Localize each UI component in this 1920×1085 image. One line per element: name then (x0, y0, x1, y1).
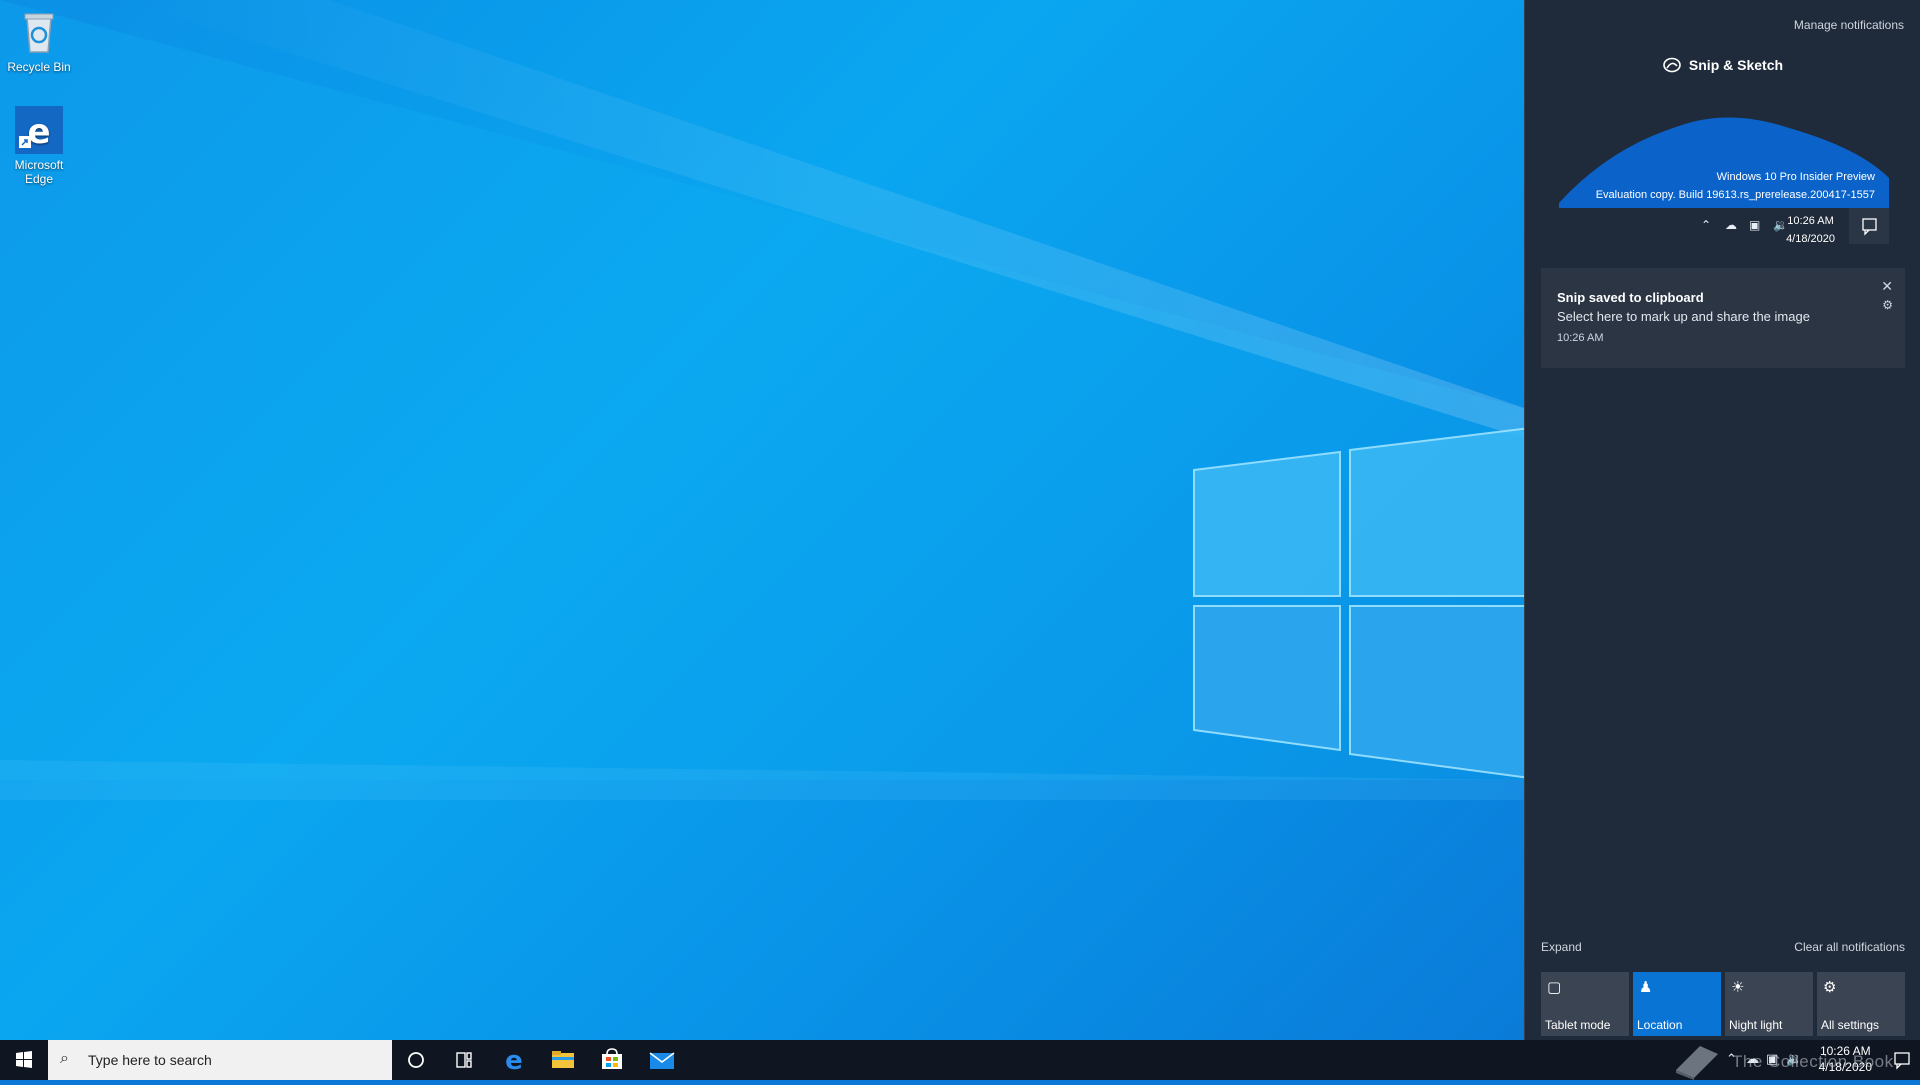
snip-thumbnail[interactable]: Windows 10 Pro Insider Preview Evaluatio… (1559, 108, 1889, 244)
thumbnail-watermark: Windows 10 Pro Insider Preview Evaluatio… (1596, 168, 1875, 204)
thumbnail-watermark-line: Windows 10 Pro Insider Preview (1716, 171, 1875, 183)
quick-action-label: Location (1637, 1018, 1683, 1032)
thumbnail-tray: ⌃ ☁ ▣ 🔉 10:26 AM 4/18/2020 (1659, 208, 1889, 244)
taskbar-edge-button[interactable]: e (490, 1040, 538, 1080)
quick-action-night-light[interactable]: ☀ Night light (1725, 972, 1813, 1036)
start-button[interactable] (0, 1040, 48, 1080)
recycle-bin-icon (15, 8, 63, 56)
quick-action-all-settings[interactable]: ⚙ All settings (1817, 972, 1905, 1036)
notification-icon (1849, 208, 1889, 244)
quick-action-location[interactable]: ♟ Location (1633, 972, 1721, 1036)
expand-button[interactable]: Expand (1541, 940, 1582, 954)
svg-text:e: e (505, 1046, 523, 1076)
edge-icon: e (15, 106, 63, 154)
desktop-icon-edge[interactable]: e Microsoft Edge (2, 106, 76, 186)
tablet-mode-icon: ▢ (1547, 979, 1562, 996)
thumbnail-date: 4/18/2020 (1786, 233, 1835, 244)
thumbnail-time: 10:26 AM (1787, 215, 1834, 227)
quick-action-label: Night light (1729, 1018, 1783, 1032)
action-center: Manage notifications Snip & Sketch Windo… (1524, 0, 1920, 1040)
network-icon[interactable]: ▣ (1766, 1051, 1778, 1067)
mail-icon (649, 1052, 675, 1069)
windows-logo-icon (16, 1051, 32, 1068)
notification-title: Snip saved to clipboard (1557, 290, 1704, 305)
taskbar-clock[interactable]: 10:26 AM 4/18/2020 (1819, 1043, 1872, 1075)
search-icon: ⌕ (60, 1050, 69, 1067)
desktop-icon-recycle-bin[interactable]: Recycle Bin (2, 8, 76, 74)
edge-icon: e (505, 1046, 523, 1076)
action-center-button[interactable] (1892, 1050, 1912, 1075)
cloud-icon: ☁ (1725, 218, 1737, 232)
thumbnail-clock: 10:26 AM 4/18/2020 (1786, 212, 1835, 244)
mail-button[interactable] (637, 1040, 685, 1080)
gear-icon[interactable]: ⚙ (1882, 298, 1893, 312)
file-explorer-icon (552, 1051, 574, 1068)
task-view-icon (456, 1052, 472, 1068)
chevron-up-icon[interactable]: ⌃ (1726, 1051, 1737, 1067)
cloud-icon[interactable]: ☁ (1746, 1051, 1759, 1067)
clock-time: 10:26 AM (1819, 1044, 1871, 1058)
notification-group-header[interactable]: Snip & Sketch (1525, 57, 1920, 76)
notification-icon (1894, 1052, 1910, 1070)
settings-icon: ⚙ (1823, 979, 1837, 996)
file-explorer-button[interactable] (539, 1040, 587, 1080)
taskbar: ⌕ Type here to search e ⌃ ☁ ▣ 🔉 10:26 AM… (0, 1040, 1920, 1080)
system-tray: ⌃ ☁ ▣ 🔉 10:26 AM 4/18/2020 (1680, 1040, 1920, 1080)
quick-action-label: All settings (1821, 1018, 1880, 1032)
volume-icon[interactable]: 🔉 (1786, 1051, 1802, 1067)
quick-actions: ▢ Tablet mode ♟ Location ☀ Night light ⚙… (1541, 972, 1905, 1036)
clock-date: 4/18/2020 (1818, 1060, 1872, 1074)
chevron-up-icon: ⌃ (1701, 218, 1712, 232)
task-view-button[interactable] (440, 1040, 488, 1080)
notification-app-name: Snip & Sketch (1688, 57, 1784, 74)
network-icon: ▣ (1749, 218, 1761, 232)
clear-all-notifications-button[interactable]: Clear all notifications (1794, 940, 1905, 954)
manage-notifications-link[interactable]: Manage notifications (1794, 18, 1904, 32)
thumbnail-watermark-line: Evaluation copy. Build 19613.rs_prerelea… (1595, 189, 1875, 201)
notification-body: Select here to mark up and share the ima… (1557, 309, 1810, 324)
cortana-button[interactable] (392, 1040, 440, 1080)
search-placeholder: Type here to search (88, 1052, 212, 1068)
cortana-icon (408, 1052, 424, 1068)
desktop-icon-label: Recycle Bin (7, 60, 71, 74)
notification-time: 10:26 AM (1557, 332, 1604, 344)
night-light-icon: ☀ (1731, 979, 1745, 996)
store-icon (602, 1048, 622, 1069)
location-icon: ♟ (1639, 979, 1653, 996)
search-box[interactable]: ⌕ Type here to search (48, 1040, 392, 1080)
close-icon[interactable]: ✕ (1881, 278, 1893, 295)
store-button[interactable] (588, 1040, 636, 1080)
quick-action-label: Tablet mode (1545, 1018, 1611, 1032)
notification-toast[interactable]: Snip saved to clipboard Select here to m… (1541, 268, 1905, 368)
desktop-icon-label: Microsoft Edge (14, 158, 64, 186)
snip-sketch-icon (1663, 57, 1681, 76)
quick-action-tablet-mode[interactable]: ▢ Tablet mode (1541, 972, 1629, 1036)
